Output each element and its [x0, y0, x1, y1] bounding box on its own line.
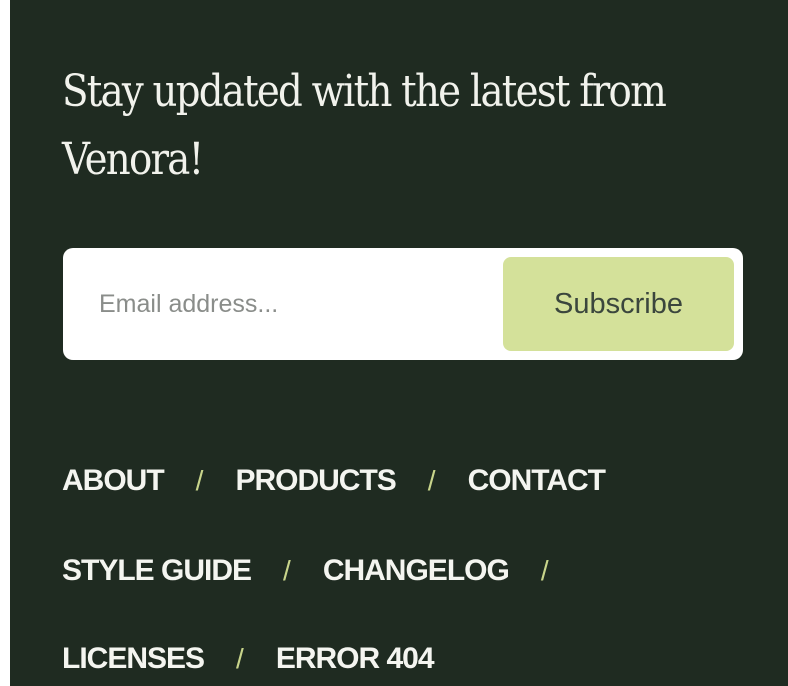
- newsletter-heading: Stay updated with the latest from Venora…: [62, 66, 667, 185]
- nav-link-changelog[interactable]: CHANGELOG: [323, 554, 510, 588]
- nav-link-style-guide[interactable]: STYLE GUIDE: [62, 554, 252, 588]
- subscribe-form: Subscribe: [63, 248, 743, 360]
- nav-separator: /: [195, 465, 204, 496]
- nav-link-about[interactable]: ABOUT: [62, 464, 165, 498]
- nav-separator: /: [283, 555, 291, 586]
- subscribe-button[interactable]: Subscribe: [503, 257, 734, 351]
- footer-panel: Stay updated with the latest from Venora…: [10, 0, 788, 686]
- email-input[interactable]: [63, 248, 499, 360]
- nav-separator: /: [427, 465, 436, 496]
- nav-link-error-404[interactable]: ERROR 404: [276, 642, 435, 676]
- footer-nav-row: LICENSES / ERROR 404: [62, 628, 435, 686]
- nav-link-licenses[interactable]: LICENSES: [62, 642, 205, 676]
- nav-link-contact[interactable]: CONTACT: [468, 464, 606, 498]
- nav-separator: /: [540, 555, 549, 586]
- nav-separator: /: [236, 643, 244, 674]
- nav-link-products[interactable]: PRODUCTS: [235, 464, 396, 498]
- footer-nav-row: STYLE GUIDE / CHANGELOG /: [62, 540, 581, 602]
- footer-nav-row: ABOUT / PRODUCTS / CONTACT: [62, 450, 606, 512]
